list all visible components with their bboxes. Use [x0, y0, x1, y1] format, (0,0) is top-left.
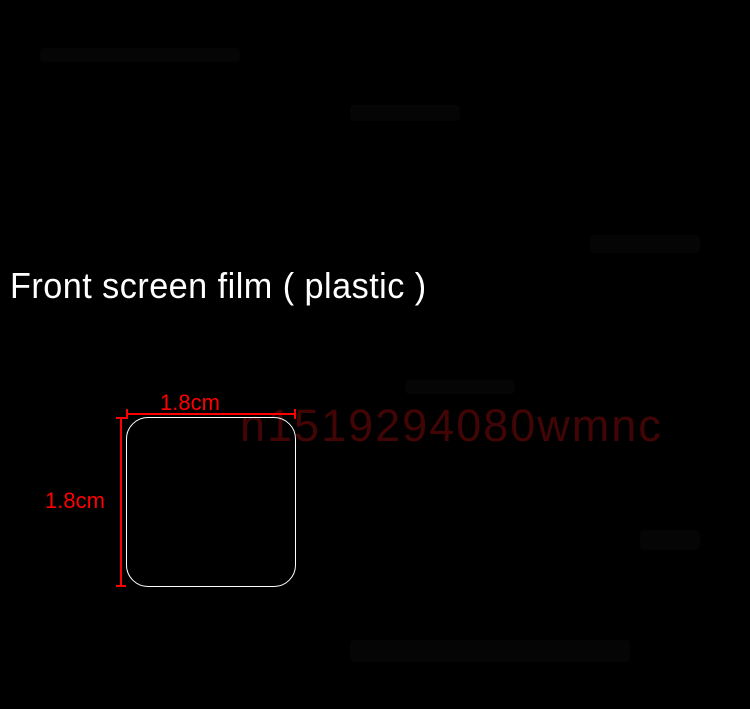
background-smudge [640, 530, 700, 550]
background-smudge [590, 235, 700, 253]
background-smudge [350, 640, 630, 662]
product-diagram: Front screen film ( plastic ) n151929408… [0, 0, 750, 709]
dimension-height-bar [120, 417, 122, 587]
background-smudge [350, 105, 460, 121]
film-outline [126, 417, 296, 587]
background-smudge [405, 380, 515, 394]
watermark-text: n1519294080wmnc [240, 400, 663, 452]
product-title: Front screen film ( plastic ) [10, 265, 427, 307]
dimension-width-bar [126, 413, 296, 415]
dimension-height-label: 1.8cm [45, 488, 105, 514]
background-smudge [40, 48, 240, 62]
